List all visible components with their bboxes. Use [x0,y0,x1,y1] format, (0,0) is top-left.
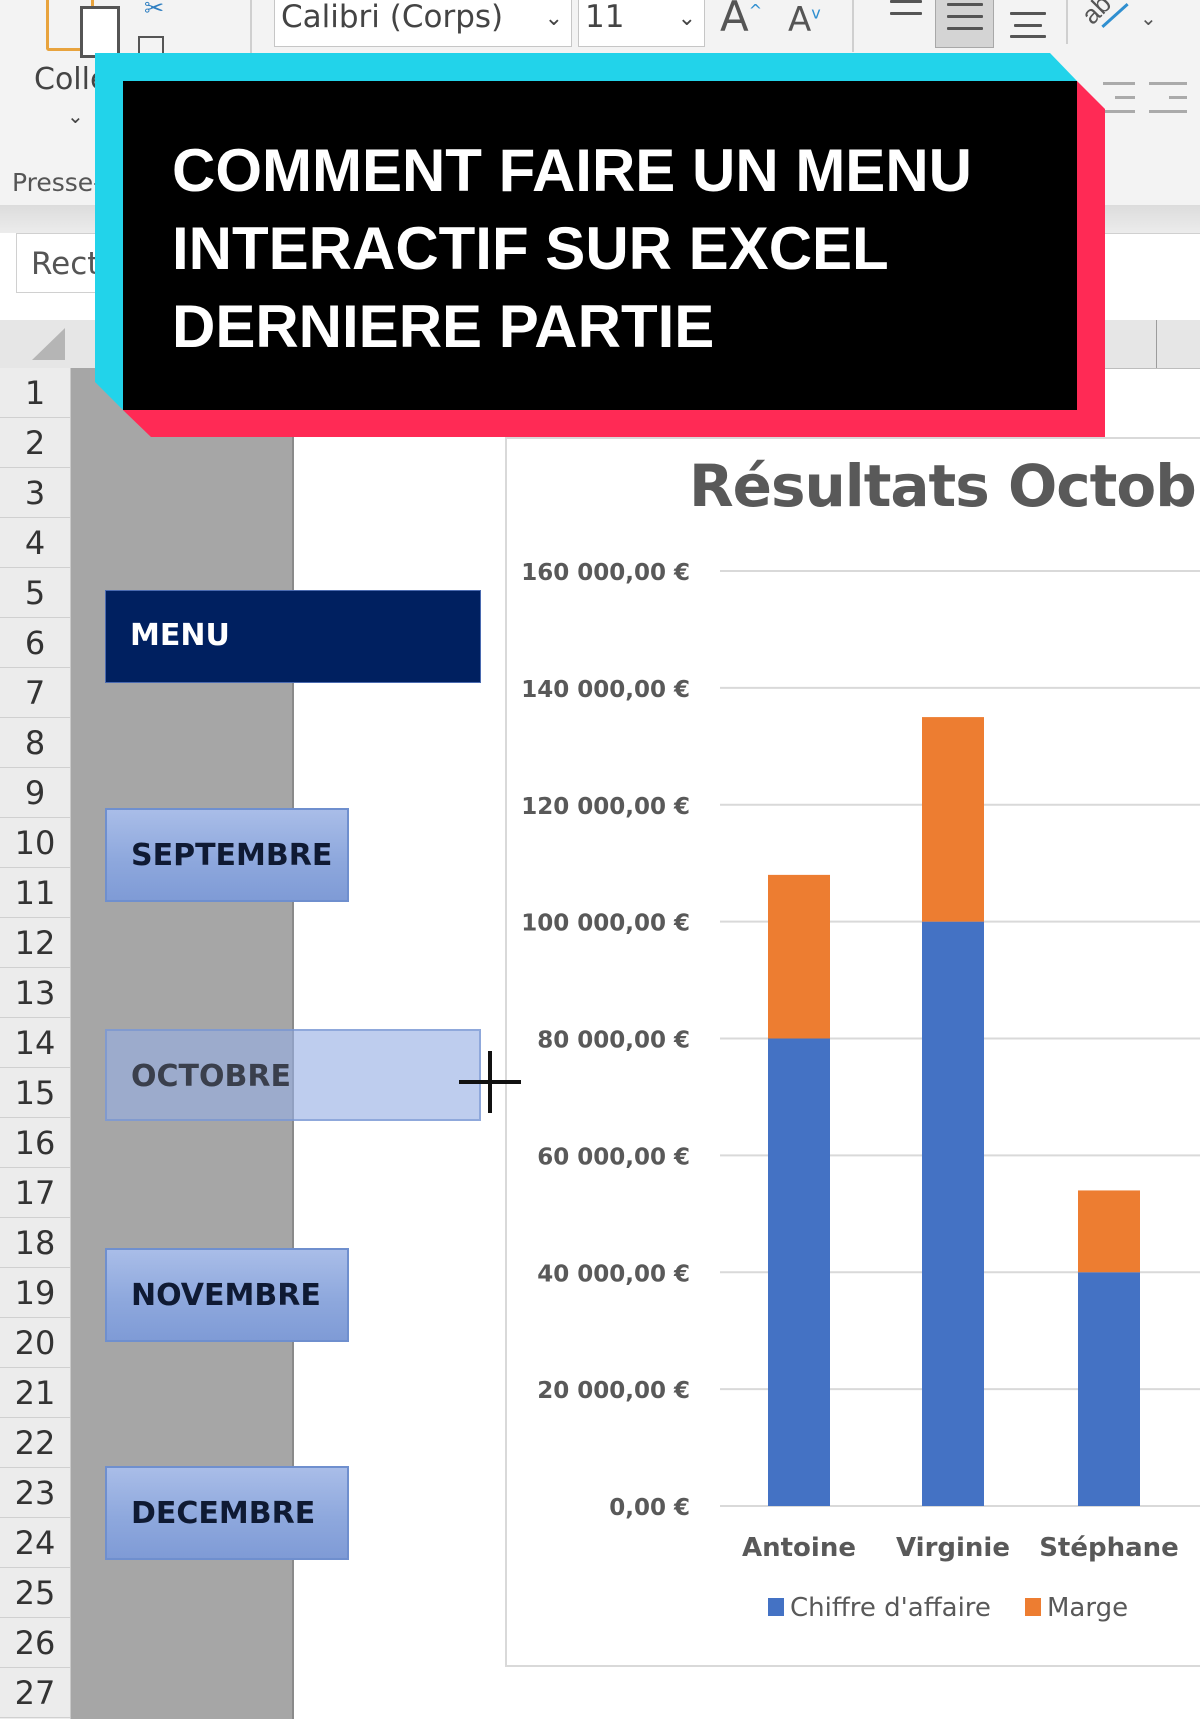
row-header[interactable]: 9 [0,768,70,818]
bar-marge [1078,1190,1140,1273]
menu-header-shape[interactable]: MENU [105,590,481,683]
row-header[interactable]: 27 [0,1668,70,1718]
legend-label: Chiffre d'affaire [790,1593,991,1623]
chart-title: Résultats Octobre [689,452,1200,520]
bar-chiffre-affaire [1078,1272,1140,1506]
banner-line: DERNIERE PARTIE [172,293,715,360]
row-header[interactable]: 7 [0,668,70,718]
row-header[interactable]: 4 [0,518,70,568]
row-header[interactable]: 6 [0,618,70,668]
menu-button-decembre[interactable]: DECEMBRE [105,1466,349,1560]
stacked-bar-chart: 0,00 € 20 000,00 € 40 000,00 € 60 000,00 € 8… [521,560,1200,1623]
bar-marge [768,874,830,1039]
y-tick-label: 100 000,00 € [521,911,690,937]
banner-line: COMMENT FAIRE UN MENU [172,137,972,204]
row-header[interactable]: 10 [0,818,70,868]
row-header[interactable]: 18 [0,1218,70,1268]
y-tick-label: 140 000,00 € [521,677,690,703]
row-header[interactable]: 24 [0,1518,70,1568]
menu-button-label: OCTOBRE [131,1059,291,1094]
legend-swatch-chiffre-affaire [768,1598,784,1616]
row-header[interactable]: 5 [0,568,70,618]
row-header[interactable]: 26 [0,1618,70,1668]
y-tick-label: 120 000,00 € [521,794,690,820]
row-header[interactable]: 21 [0,1368,70,1418]
row-header[interactable]: 13 [0,968,70,1018]
y-tick-label: 160 000,00 € [521,560,690,586]
row-header[interactable]: 22 [0,1418,70,1468]
row-headers: 1 2 3 4 5 6 7 8 9 10 11 12 13 14 15 16 17 18 19 20 21 22 23 24 2… [0,368,71,1719]
legend-swatch-marge [1025,1598,1041,1616]
menu-button-label: SEPTEMBRE [131,838,333,873]
menu-button-label: NOVEMBRE [131,1278,321,1313]
y-tick-label: 20 000,00 € [537,1378,690,1404]
row-header[interactable]: 3 [0,468,70,518]
row-header[interactable]: 25 [0,1568,70,1618]
row-header[interactable]: 20 [0,1318,70,1368]
menu-button-label: DECEMBRE [131,1496,316,1531]
y-tick-label: 80 000,00 € [537,1028,690,1054]
banner-line: INTERACTIF SUR EXCEL [172,215,889,282]
menu-button-septembre[interactable]: SEPTEMBRE [105,808,349,902]
row-header[interactable]: 23 [0,1468,70,1518]
legend-label: Marge [1047,1593,1128,1623]
row-header[interactable]: 8 [0,718,70,768]
row-header[interactable]: 19 [0,1268,70,1318]
banner-title: COMMENT FAIRE UN MENU INTERACTIF SUR EXC… [172,132,1052,366]
x-tick-label: Stéphane [1039,1533,1179,1563]
bar-chiffre-affaire [922,921,984,1506]
row-header[interactable]: 14 [0,1018,70,1068]
bar-chiffre-affaire [768,1038,830,1506]
row-header[interactable]: 17 [0,1168,70,1218]
menu-button-novembre[interactable]: NOVEMBRE [105,1248,349,1342]
x-tick-label: Virginie [896,1533,1010,1563]
y-tick-label: 0,00 € [609,1495,690,1521]
y-tick-label: 40 000,00 € [537,1261,690,1287]
row-header[interactable]: 11 [0,868,70,918]
row-header[interactable]: 15 [0,1068,70,1118]
bar-marge [922,717,984,922]
row-header[interactable]: 12 [0,918,70,968]
crosshair-cursor-icon [488,1051,492,1113]
row-header[interactable]: 16 [0,1118,70,1168]
x-tick-label: Antoine [742,1533,856,1563]
y-tick-label: 60 000,00 € [537,1144,690,1170]
menu-button-octobre[interactable]: OCTOBRE [105,1029,481,1121]
menu-header-label: MENU [130,618,230,653]
